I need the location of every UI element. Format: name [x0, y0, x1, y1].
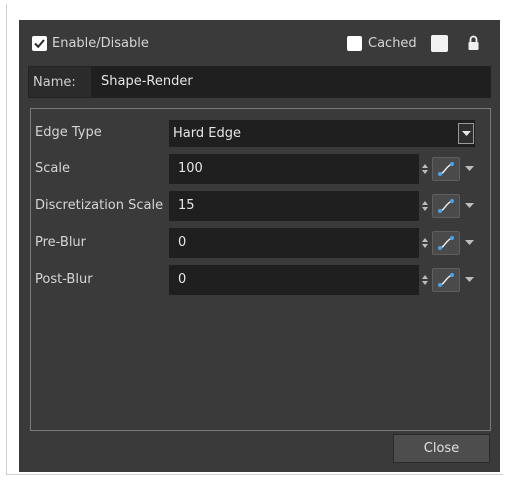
color-swatch[interactable]: [431, 35, 448, 52]
chevron-down-icon[interactable]: [465, 166, 474, 172]
discretization-scale-field[interactable]: 15: [169, 191, 419, 221]
lock-icon[interactable]: [468, 35, 479, 51]
chevron-down-icon[interactable]: [465, 277, 474, 283]
edge-type-dropdown[interactable]: Hard Edge: [169, 120, 475, 147]
scale-spinner-icon[interactable]: [421, 162, 429, 176]
post-blur-label: Post-Blur: [35, 272, 93, 287]
pre-blur-function-button[interactable]: [432, 231, 460, 255]
cached-checkbox[interactable]: [347, 36, 362, 51]
function-curve-icon: [438, 199, 454, 213]
function-curve-icon: [438, 273, 454, 287]
name-label: Name:: [33, 75, 76, 90]
post-blur-spinner-icon[interactable]: [421, 273, 429, 287]
discretization-scale-spinner-icon[interactable]: [421, 199, 429, 213]
dropdown-arrow-button[interactable]: [458, 123, 474, 144]
layer-properties-dialog: Enable/Disable Cached Name: Shape-Render…: [19, 20, 500, 472]
scale-label: Scale: [35, 161, 70, 176]
chevron-down-icon[interactable]: [465, 203, 474, 209]
post-blur-field[interactable]: 0: [169, 265, 419, 295]
chevron-down-icon: [462, 131, 471, 136]
function-curve-icon: [438, 236, 454, 250]
checkmark-icon: [34, 39, 45, 49]
chevron-down-icon[interactable]: [465, 240, 474, 246]
cached-label: Cached: [368, 36, 417, 51]
pre-blur-spinner-icon[interactable]: [421, 236, 429, 250]
scale-field[interactable]: 100: [169, 154, 419, 184]
function-curve-icon: [438, 162, 454, 176]
discretization-scale-function-button[interactable]: [432, 194, 460, 218]
edge-type-value: Hard Edge: [173, 126, 241, 141]
edge-type-label: Edge Type: [35, 125, 102, 140]
enable-checkbox[interactable]: [32, 36, 47, 51]
post-blur-function-button[interactable]: [432, 268, 460, 292]
scale-function-button[interactable]: [432, 157, 460, 181]
discretization-scale-label: Discretization Scale: [35, 198, 164, 213]
name-field[interactable]: Shape-Render: [91, 67, 490, 97]
pre-blur-label: Pre-Blur: [35, 235, 87, 250]
enable-label: Enable/Disable: [52, 36, 149, 51]
close-button[interactable]: Close: [393, 434, 490, 463]
pre-blur-field[interactable]: 0: [169, 228, 419, 258]
